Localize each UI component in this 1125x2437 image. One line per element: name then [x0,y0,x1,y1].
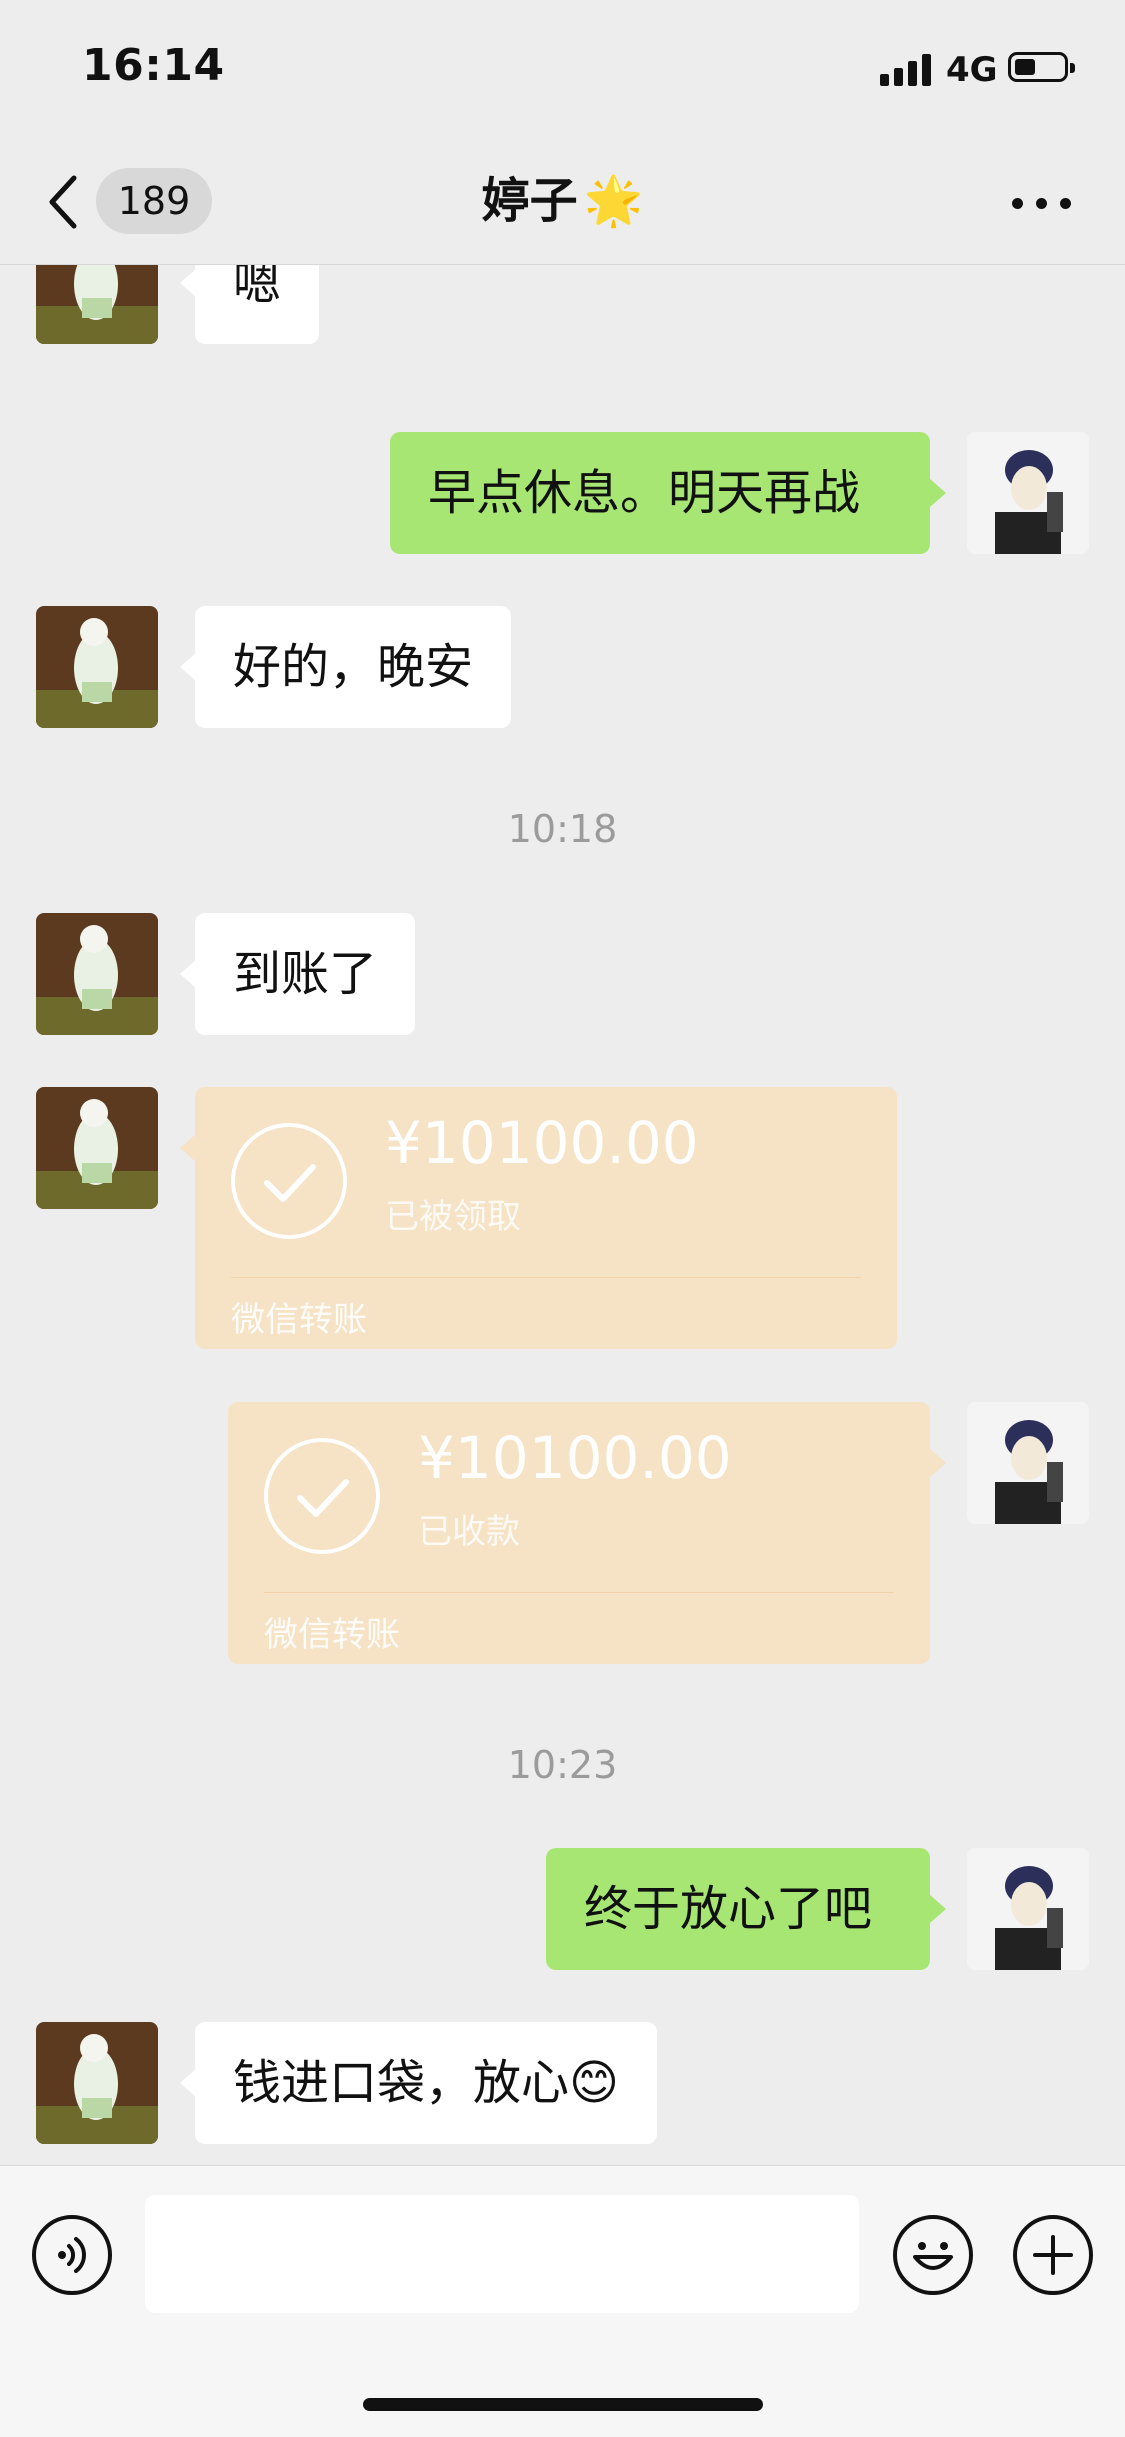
check-icon [231,1123,347,1239]
status-time: 16:14 [82,40,225,91]
input-bar [0,2165,1125,2437]
bubble-tail [930,1895,946,1923]
message-bubble-outgoing[interactable]: 终于放心了吧 [546,1848,930,1970]
my-avatar[interactable] [967,1402,1089,1524]
check-icon [264,1438,380,1554]
bubble-tail [180,2069,196,2097]
message-bubble-incoming[interactable]: 嗯 [195,265,320,344]
contact-avatar[interactable] [36,265,158,344]
contact-avatar[interactable] [36,1087,158,1209]
my-avatar[interactable] [967,1848,1089,1970]
bubble-tail [930,479,946,507]
signal-icon [880,54,934,86]
message-bubble-outgoing[interactable]: 早点休息。明天再战 [390,432,930,554]
transfer-amount: ¥10100.00 [418,1424,732,1492]
bubble-tail [180,1134,196,1162]
network-type: 4G [946,50,998,90]
transfer-status: 已被领取 [385,1197,521,1237]
transfer-card-outgoing[interactable]: ¥10100.00 已收款 微信转账 [228,1402,930,1664]
bubble-tail [930,1449,946,1477]
my-avatar[interactable] [967,432,1089,554]
status-bar: 16:14 4G [0,0,1125,140]
message-bubble-incoming[interactable]: 钱进口袋，放心😊 [195,2022,658,2144]
star-emoji: 🌟 [583,173,644,229]
add-icon[interactable] [1013,2215,1093,2295]
divider [231,1277,861,1278]
message-timestamp: 10:23 [507,1743,618,1787]
contact-avatar[interactable] [36,606,158,728]
bubble-tail [180,960,196,988]
chat-title: 婷子 🌟 [0,168,1125,234]
more-dots-icon[interactable] [1012,192,1072,212]
battery-icon [1008,52,1075,82]
transfer-footer: 微信转账 [231,1300,367,1340]
bubble-tail [180,653,196,681]
contact-name: 婷子 [481,173,578,229]
contact-avatar[interactable] [36,913,158,1035]
transfer-status: 已收款 [418,1512,520,1552]
home-indicator[interactable] [363,2398,763,2411]
transfer-card-incoming[interactable]: ¥10100.00 已被领取 微信转账 [195,1087,897,1349]
emoji-icon[interactable] [893,2215,973,2295]
message-bubble-incoming[interactable]: 到账了 [195,913,416,1035]
bubble-tail [180,269,196,297]
message-list[interactable]: 嗯 早点休息。明天再战 好的，晚安 10:18 到账了 ¥10100.00 已被… [0,265,1125,2165]
divider [264,1592,894,1593]
contact-avatar[interactable] [36,2022,158,2144]
transfer-footer: 微信转账 [264,1615,400,1655]
message-bubble-incoming[interactable]: 好的，晚安 [195,606,512,728]
message-timestamp: 10:18 [507,807,618,851]
chat-header: 189 婷子 🌟 [0,140,1125,265]
voice-icon[interactable] [32,2215,112,2295]
message-input[interactable] [145,2195,859,2313]
transfer-amount: ¥10100.00 [385,1109,699,1177]
